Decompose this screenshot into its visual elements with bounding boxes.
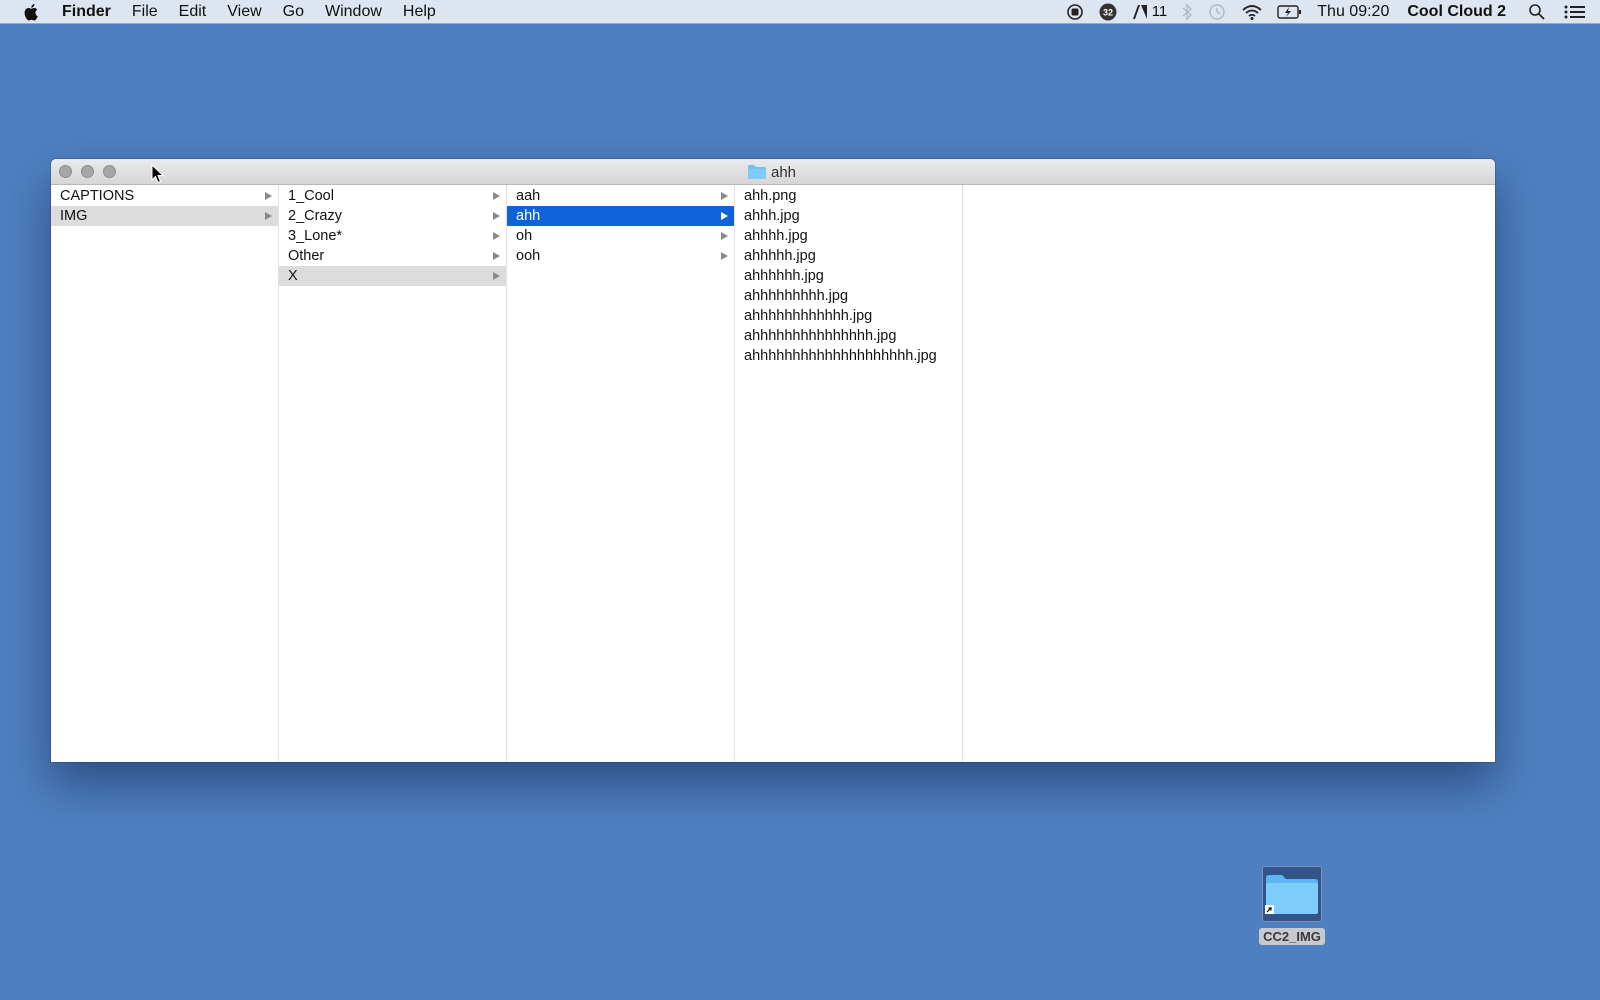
row-label: ahhh.jpg — [744, 208, 800, 224]
column-5[interactable] — [963, 185, 1495, 762]
folder-row[interactable]: aah — [507, 186, 734, 206]
file-row[interactable]: ahhhhhh.jpg — [735, 266, 962, 286]
menu-view[interactable]: View — [227, 3, 261, 21]
file-row[interactable]: ahhhhh.jpg — [735, 246, 962, 266]
badge-32-icon[interactable]: 32 — [1098, 2, 1118, 22]
folder-row[interactable]: CAPTIONS — [51, 186, 278, 206]
file-row[interactable]: ahhhhhhhhh.jpg — [735, 286, 962, 306]
folder-alias-icon — [1262, 866, 1322, 922]
row-label: 1_Cool — [288, 188, 334, 204]
folder-row[interactable]: 3_Lone* — [279, 226, 506, 246]
row-label: CAPTIONS — [60, 188, 135, 204]
row-label: ahhhhhhhhhhhhhhhhhhhh.jpg — [744, 348, 937, 364]
file-row[interactable]: ahhhhhhhhhhhh.jpg — [735, 306, 962, 326]
disclosure-arrow-icon — [265, 192, 272, 200]
disclosure-arrow-icon — [265, 212, 272, 220]
record-icon[interactable] — [1066, 3, 1084, 21]
row-label: ahhhhhhhhhhhh.jpg — [744, 308, 873, 324]
disclosure-arrow-icon — [493, 252, 500, 260]
row-label: ooh — [516, 248, 541, 264]
disclosure-arrow-icon — [721, 192, 728, 200]
mouse-cursor-icon — [151, 163, 165, 189]
row-label: ahhhhhh.jpg — [744, 268, 824, 284]
folder-row[interactable]: 1_Cool — [279, 186, 506, 206]
folder-row[interactable]: ahh — [507, 206, 734, 226]
row-label: ahhhhhhhhh.jpg — [744, 288, 849, 304]
window-title-text: ahh — [771, 163, 797, 181]
file-row[interactable]: ahhhh.jpg — [735, 226, 962, 246]
file-row[interactable]: ahhhhhhhhhhhhhhhhhhhh.jpg — [735, 346, 962, 366]
menu-bar: Finder File Edit View Go Window Help 32 … — [0, 0, 1600, 24]
row-label: 2_Crazy — [288, 208, 342, 224]
folder-row[interactable]: Other — [279, 246, 506, 266]
row-label: ahhhhh.jpg — [744, 248, 816, 264]
disclosure-arrow-icon — [493, 212, 500, 220]
window-controls — [59, 165, 125, 178]
bluetooth-icon[interactable] — [1181, 2, 1193, 21]
row-label: 3_Lone* — [288, 228, 343, 244]
folder-row[interactable]: ooh — [507, 246, 734, 266]
disclosure-arrow-icon — [493, 272, 500, 280]
row-label: Other — [288, 248, 325, 264]
title-bar[interactable]: ahh — [51, 159, 1495, 185]
user-account[interactable]: Cool Cloud 2 — [1407, 3, 1506, 21]
row-label: ahhhhhhhhhhhhhhh.jpg — [744, 328, 897, 344]
row-label: ahh.png — [744, 188, 797, 204]
row-label: ahh — [516, 208, 541, 224]
alias-arrow-icon — [1265, 901, 1274, 919]
folder-row[interactable]: oh — [507, 226, 734, 246]
menu-help[interactable]: Help — [403, 3, 436, 21]
file-row[interactable]: ahh.png — [735, 186, 962, 206]
menu-edit[interactable]: Edit — [179, 3, 207, 21]
menu-go[interactable]: Go — [283, 3, 304, 21]
column-browser: CAPTIONS IMG 1_Cool 2_Crazy 3_Lone* Other Xaah… — [51, 185, 1495, 762]
window-title: ahh — [748, 159, 796, 185]
folder-icon — [748, 165, 766, 179]
status-area: 32 11 Thu 09:20 Cool Cloud 2 — [1066, 0, 1600, 24]
spotlight-search-icon[interactable] — [1528, 3, 1546, 21]
row-label: aah — [516, 188, 541, 204]
clock[interactable]: Thu 09:20 — [1317, 3, 1389, 21]
adobe-cc-icon[interactable] — [1132, 4, 1148, 20]
notification-center-icon[interactable] — [1564, 4, 1586, 20]
column-4[interactable]: ahh.png ahhh.jpg ahhhh.jpg ahhhhh.jpg ahhhhh… — [735, 185, 963, 762]
disclosure-arrow-icon — [493, 192, 500, 200]
wifi-icon[interactable] — [1241, 3, 1263, 21]
zoom-button[interactable] — [103, 165, 116, 178]
menu-finder[interactable]: Finder — [62, 3, 111, 21]
disclosure-arrow-icon — [721, 232, 728, 240]
desktop-icon-cc2-img[interactable]: CC2_IMG — [1254, 866, 1330, 945]
column-2[interactable]: 1_Cool 2_Crazy 3_Lone* Other X — [279, 185, 507, 762]
row-label: IMG — [60, 208, 88, 224]
finder-window: ahh CAPTIONS IMG 1_Cool 2_Crazy 3_Lone* Other… — [51, 159, 1495, 762]
folder-row[interactable]: X — [279, 266, 506, 286]
disclosure-arrow-icon — [721, 212, 728, 220]
row-label: ahhhh.jpg — [744, 228, 808, 244]
row-label: oh — [516, 228, 533, 244]
folder-row[interactable]: 2_Crazy — [279, 206, 506, 226]
menu-window[interactable]: Window — [325, 3, 382, 21]
file-row[interactable]: ahhh.jpg — [735, 206, 962, 226]
desktop-icon-label: CC2_IMG — [1259, 928, 1325, 945]
disclosure-arrow-icon — [721, 252, 728, 260]
svg-text:32: 32 — [1103, 7, 1113, 17]
column-3[interactable]: aah ahh oh ooh — [507, 185, 735, 762]
battery-charging-icon[interactable] — [1277, 4, 1303, 20]
close-button[interactable] — [59, 165, 72, 178]
folder-row[interactable]: IMG — [51, 206, 278, 226]
adobe-cc-count: 11 — [1151, 3, 1168, 20]
column-1[interactable]: CAPTIONS IMG — [51, 185, 279, 762]
time-machine-icon[interactable] — [1207, 3, 1227, 21]
apple-menu-icon[interactable] — [22, 3, 42, 21]
minimize-button[interactable] — [81, 165, 94, 178]
file-row[interactable]: ahhhhhhhhhhhhhhh.jpg — [735, 326, 962, 346]
disclosure-arrow-icon — [493, 232, 500, 240]
menu-file[interactable]: File — [132, 3, 158, 21]
row-label: X — [288, 268, 298, 284]
